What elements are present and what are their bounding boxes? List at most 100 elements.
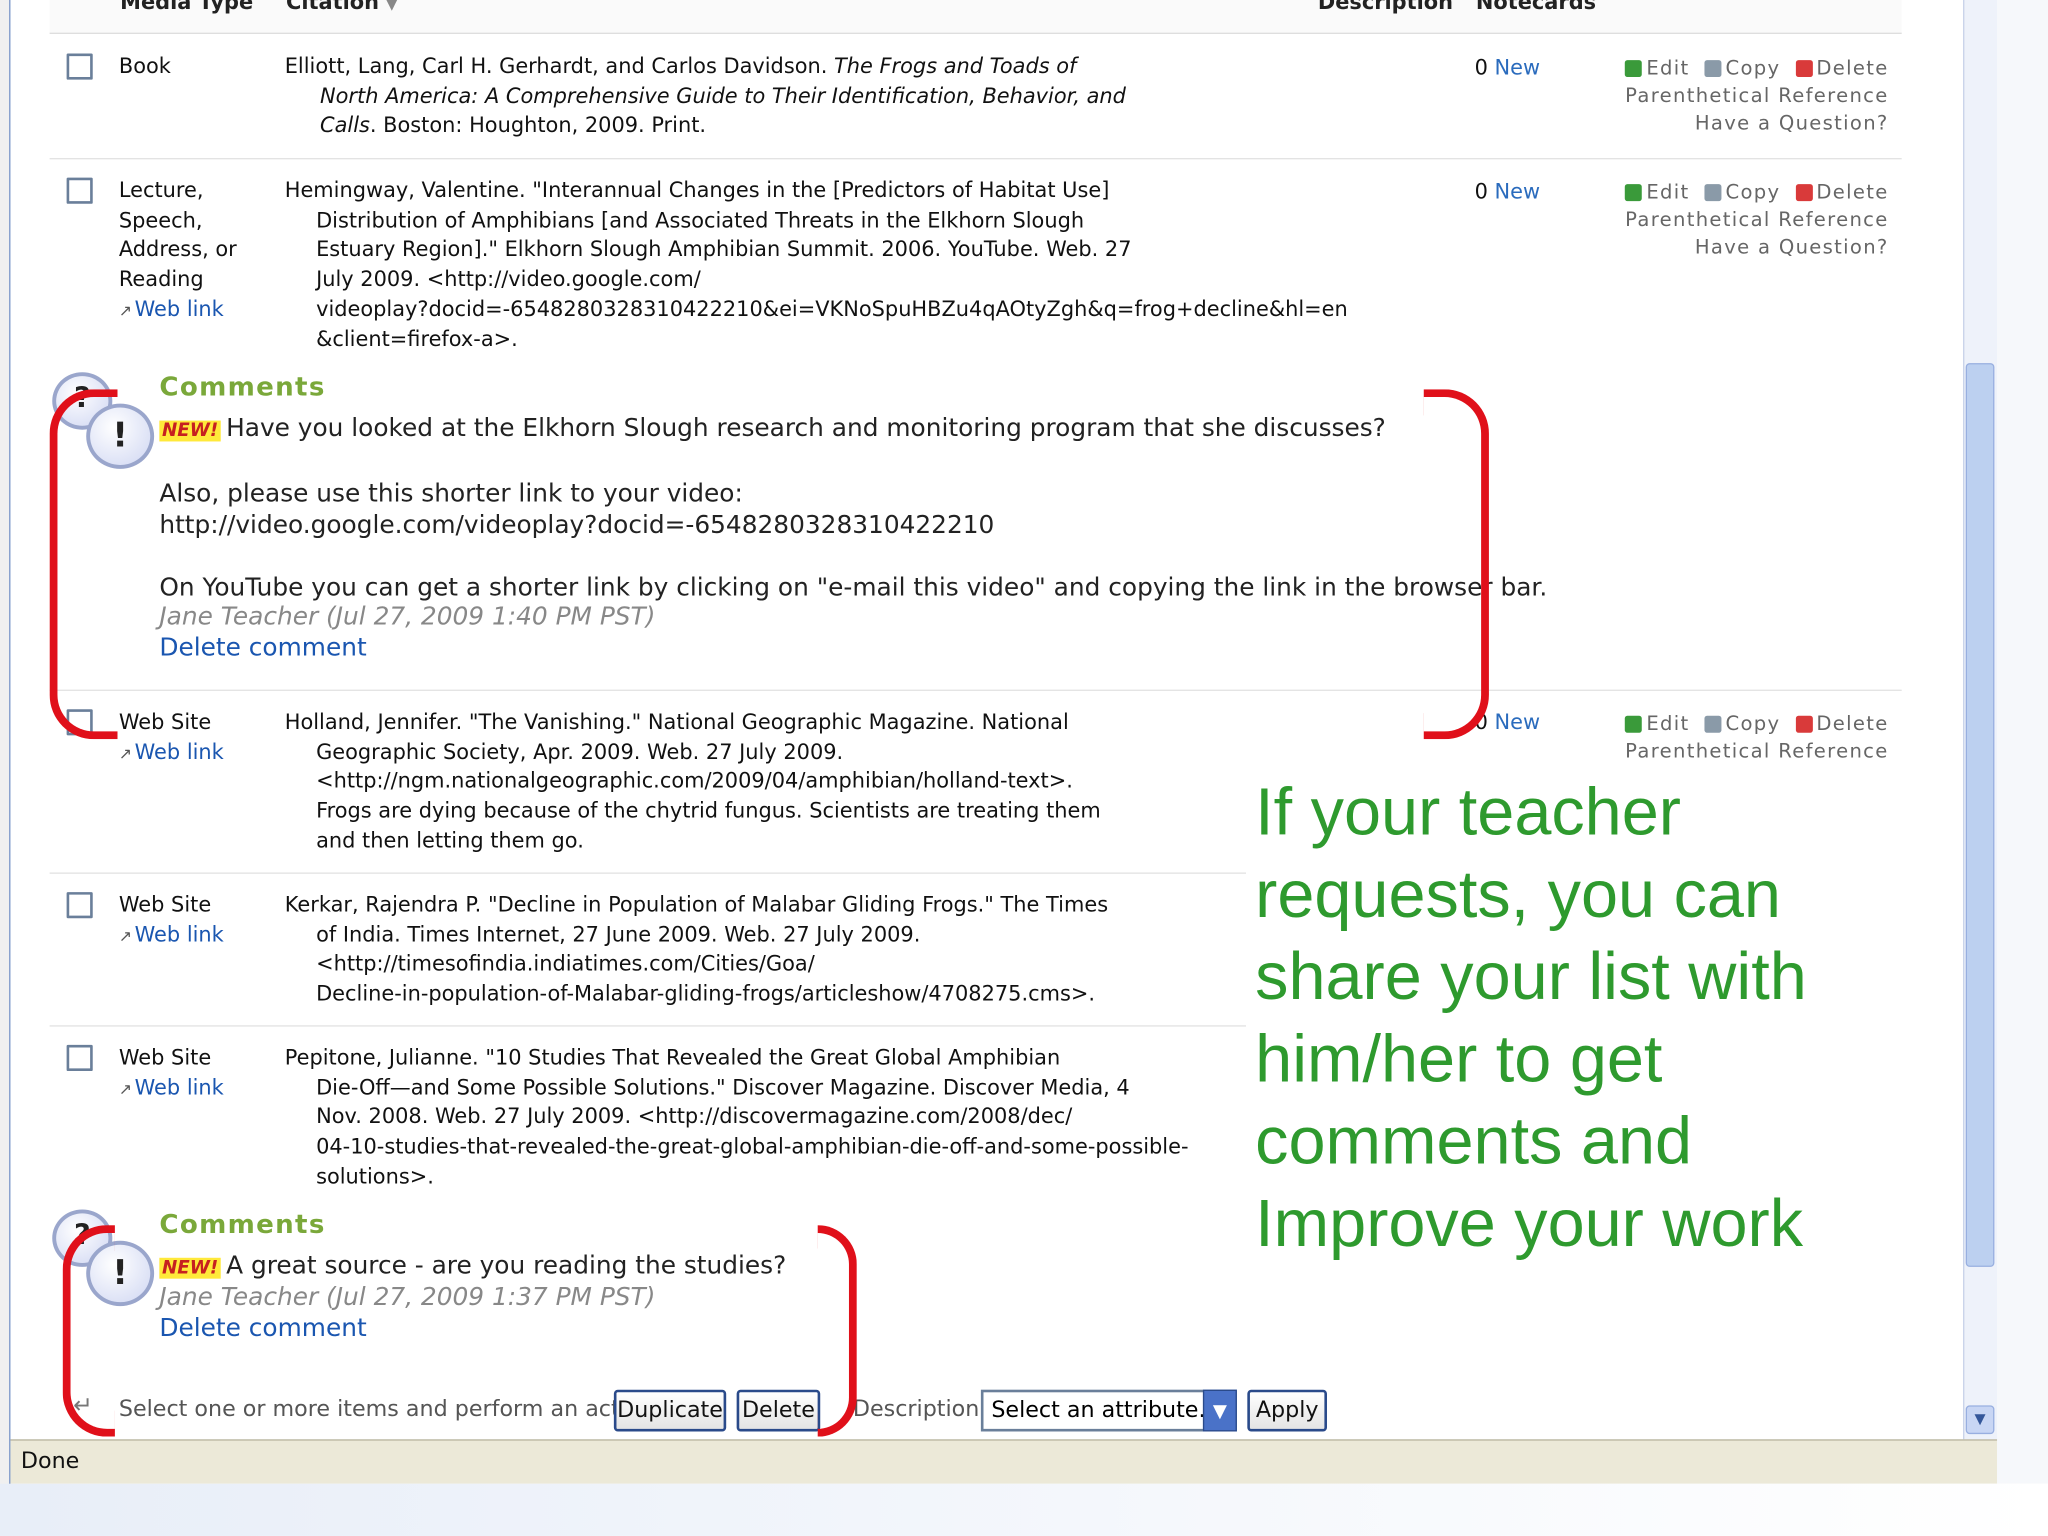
copy-label: Copy: [1725, 180, 1781, 204]
scrollbar-thumb[interactable]: [1965, 363, 1995, 1267]
web-link-label: Web link: [134, 1074, 224, 1100]
row-citation: Hemingway, Valentine. "Interannual Chang…: [285, 176, 1348, 354]
annotation-line: requests, you can: [1255, 856, 1781, 932]
header-media-type[interactable]: Media Type: [120, 0, 253, 14]
citation-line: <http://ngm.nationalgeographic.com/2009/…: [316, 768, 1073, 794]
external-link-icon: ↗: [118, 1079, 132, 1099]
row-divider: [49, 1025, 1247, 1027]
slide-background: [0, 1483, 2048, 1536]
copy-action[interactable]: Copy: [1704, 180, 1781, 204]
annotation-line: share your list with: [1255, 939, 1807, 1014]
row-actions: Edit Copy Delete Parenthetical Reference: [1614, 711, 1888, 766]
annotation-line: comments and: [1255, 1103, 1693, 1179]
copy-action[interactable]: Copy: [1704, 56, 1781, 80]
citation-line: Hemingway, Valentine. "Interannual Chang…: [284, 177, 1110, 203]
copy-icon: [1704, 60, 1722, 78]
delete-icon: [1795, 715, 1813, 733]
comment-line: Also, please use this shorter link to yo…: [159, 479, 743, 509]
media-type-line: Lecture,: [118, 177, 204, 203]
edit-label: Edit: [1646, 180, 1690, 204]
notecards-count: 0 New: [1475, 55, 1541, 80]
delete-action[interactable]: Delete: [1795, 712, 1888, 736]
media-type-line: Speech,: [118, 207, 203, 233]
header-citation-label: Citation: [286, 0, 380, 15]
window-frame-right: [1997, 0, 2048, 1484]
citation-line: and then letting them go.: [316, 827, 584, 853]
citation-line: solutions>.: [316, 1163, 434, 1189]
scroll-down-icon[interactable]: ▼: [1965, 1405, 1995, 1435]
row-divider: [49, 689, 1902, 691]
web-link[interactable]: ↗ Web link: [119, 295, 237, 326]
citation-line: Frogs are dying because of the chytrid f…: [316, 798, 1101, 823]
citation-line: Pepitone, Julianne. "10 Studies That Rev…: [284, 1044, 1061, 1070]
delete-comment-link[interactable]: Delete comment: [159, 1314, 366, 1343]
row-actions: Edit Copy Delete Parenthetical Reference…: [1614, 179, 1888, 261]
web-link[interactable]: ↗ Web link: [119, 1073, 224, 1104]
copy-icon: [1704, 715, 1722, 733]
external-link-icon: ↗: [118, 926, 132, 946]
parenthetical-reference-link[interactable]: Parenthetical Reference: [1614, 738, 1888, 765]
comment-line: On YouTube you can get a shorter link by…: [159, 573, 1548, 603]
edit-label: Edit: [1646, 711, 1690, 736]
citation-line: Distribution of Amphibians [and Associat…: [316, 207, 1085, 233]
row-media-type: Web Site ↗ Web link: [119, 891, 224, 952]
new-badge: NEW!: [159, 420, 221, 442]
header-notecards[interactable]: Notecards: [1476, 0, 1596, 14]
bulk-action-prompt: Select one or more items and perform an …: [118, 1396, 662, 1423]
delete-button[interactable]: Delete: [736, 1389, 821, 1432]
annotation-bracket-right: [817, 1225, 857, 1437]
edit-icon: [1625, 60, 1643, 78]
delete-action[interactable]: Delete: [1795, 180, 1888, 204]
attribute-select[interactable]: Select an attribute... ▼: [980, 1389, 1237, 1432]
have-a-question-link[interactable]: Have a Question?: [1614, 234, 1888, 261]
header-description[interactable]: Description: [1318, 0, 1453, 14]
comment-text: NEW! Have you looked at the Elkhorn Sloug…: [159, 413, 1547, 604]
row-media-type: Lecture, Speech, Address, or Reading ↗ We…: [119, 176, 237, 326]
citation-line: Geographic Society, Apr. 2009. Web. 27 J…: [316, 738, 844, 764]
row-checkbox[interactable]: [66, 177, 93, 204]
media-type-line: Web Site: [118, 892, 212, 917]
row-checkbox[interactable]: [66, 53, 93, 80]
comments-title: Comments: [159, 370, 326, 403]
parenthetical-reference-link[interactable]: Parenthetical Reference: [1614, 82, 1888, 109]
row-media-type: Web Site ↗ Web link: [119, 708, 224, 769]
copy-label: Copy: [1725, 711, 1781, 736]
parenthetical-reference-link[interactable]: Parenthetical Reference: [1614, 206, 1888, 233]
media-type-line: Web Site: [118, 709, 212, 735]
citation-text: Elliott, Lang, Carl H. Gerhardt, and Car…: [284, 53, 835, 79]
delete-comment-link[interactable]: Delete comment: [159, 633, 366, 662]
edit-action[interactable]: Edit: [1625, 56, 1689, 80]
status-text: Done: [20, 1448, 80, 1475]
have-a-question-link[interactable]: Have a Question?: [1614, 110, 1888, 137]
header-citation[interactable]: Citation ▼: [286, 0, 397, 14]
web-link[interactable]: ↗ Web link: [119, 920, 224, 951]
media-type-line: Reading: [118, 266, 204, 292]
annotation-line: him/her to get: [1255, 1021, 1663, 1096]
delete-icon: [1795, 60, 1813, 78]
delete-action[interactable]: Delete: [1795, 56, 1888, 80]
annotation-bracket-left: [62, 1225, 115, 1437]
comment-author: Jane Teacher (Jul 27, 2009 1:37 PM PST): [159, 1282, 656, 1312]
row-citation: Pepitone, Julianne. "10 Studies That Rev…: [285, 1044, 1189, 1192]
row-checkbox[interactable]: [66, 892, 93, 919]
web-link[interactable]: ↗ Web link: [119, 738, 224, 769]
external-link-icon: ↗: [118, 301, 132, 320]
citation-title: Calls: [319, 112, 370, 138]
new-notecard-link[interactable]: New: [1495, 55, 1541, 80]
media-type-line: Address, or: [118, 236, 237, 262]
new-notecard-link[interactable]: New: [1495, 179, 1541, 204]
new-notecard-link[interactable]: New: [1495, 709, 1541, 734]
comment-line: A great source - are you reading the stu…: [226, 1251, 787, 1280]
status-bar: Done: [10, 1439, 1998, 1484]
citation-line: Estuary Region]." Elkhorn Slough Amphibi…: [316, 236, 1132, 262]
duplicate-button[interactable]: Duplicate: [613, 1389, 727, 1432]
edit-action[interactable]: Edit: [1625, 712, 1689, 736]
copy-action[interactable]: Copy: [1704, 711, 1781, 736]
delete-label: Delete: [1816, 56, 1889, 80]
comment-author: Jane Teacher (Jul 27, 2009 1:40 PM PST): [159, 602, 656, 631]
delete-label: Delete: [1816, 180, 1889, 204]
row-checkbox[interactable]: [66, 1044, 93, 1072]
row-divider: [49, 158, 1902, 160]
edit-action[interactable]: Edit: [1625, 180, 1689, 204]
apply-button[interactable]: Apply: [1247, 1389, 1327, 1432]
